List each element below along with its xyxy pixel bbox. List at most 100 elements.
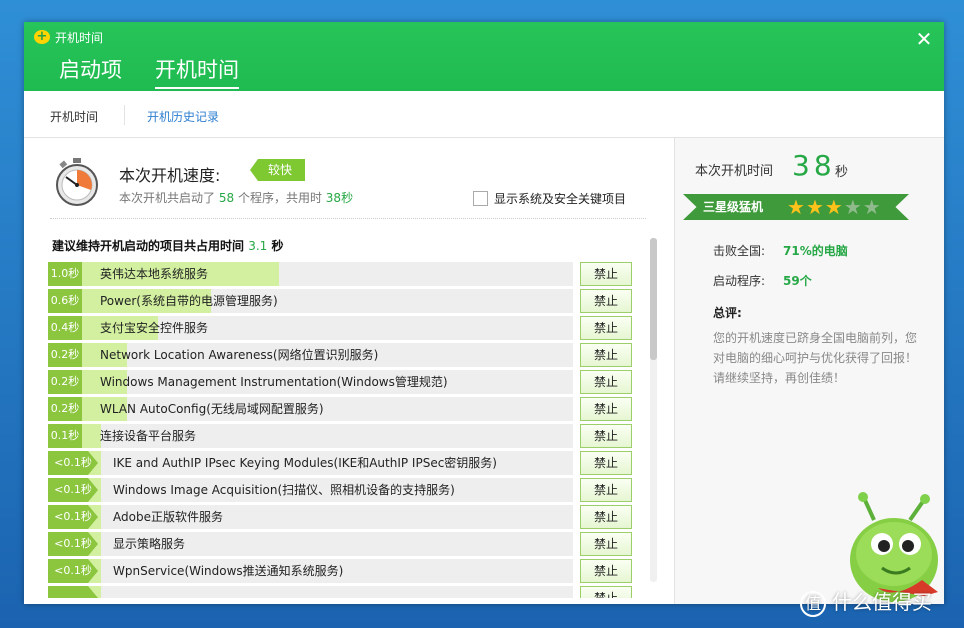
beat-label: 击败全国: — [713, 244, 766, 258]
close-button[interactable]: ✕ — [914, 29, 934, 49]
list-item: 0.2秒 Network Location Awareness(网络位置识别服务… — [48, 343, 633, 367]
subtab-boot-history[interactable]: 开机历史记录 — [147, 108, 219, 125]
speed-summary: 本次开机共启动了 58 个程序，共用时 38秒 — [119, 189, 353, 206]
startup-items-list: 1.0秒 英伟达本地系统服务 禁止 0.6秒 Power(系统自带的电源管理服务… — [48, 262, 633, 598]
time-tag: <0.1秒 — [48, 478, 98, 502]
list-scrollbar[interactable] — [650, 238, 657, 582]
time-tag: 0.6秒 — [48, 289, 82, 313]
summary-mid: 个程序，共用时 — [237, 191, 322, 205]
forbid-button[interactable]: 禁止 — [580, 559, 632, 583]
list-item: 1.0秒 英伟达本地系统服务 禁止 — [48, 262, 633, 286]
speed-label: 本次开机速度: — [119, 166, 221, 185]
list-item: <0.1秒 显示策略服务 禁止 — [48, 532, 633, 556]
list-header-unit: 秒 — [271, 239, 284, 253]
forbid-button[interactable]: 禁止 — [580, 478, 632, 502]
item-name: WLAN AutoConfig(无线局域网配置服务) — [100, 402, 324, 416]
item-name: Adobe正版软件服务 — [113, 510, 223, 524]
star-empty-icon: ★ — [862, 195, 882, 219]
list-item: <0.1秒 WpnService(Windows推送通知系统服务) 禁止 — [48, 559, 633, 583]
forbid-button[interactable]: 禁止 — [580, 424, 632, 448]
checkbox-box[interactable] — [473, 191, 488, 206]
comment-title: 总评: — [713, 306, 742, 320]
watermark-logo: 值 — [800, 590, 826, 617]
forbid-button[interactable]: 禁止 — [580, 451, 632, 475]
boot-time-unit: 秒 — [835, 165, 849, 180]
time-tag: <0.1秒 — [48, 559, 98, 583]
boot-time-window: + 开机时间 ✕ 启动项 开机时间 开机时间 开机历史记录 本次开机速度: 较快… — [24, 22, 944, 604]
summary-prefix: 本次开机共启动了 — [119, 191, 216, 205]
forbid-button[interactable]: 禁止 — [580, 397, 632, 421]
star-icon: ★ — [787, 195, 806, 219]
beat-value: 71%的电脑 — [783, 244, 848, 258]
forbid-button[interactable]: 禁止 — [580, 262, 632, 286]
title-bar: + 开机时间 ✕ 启动项 开机时间 — [24, 22, 944, 91]
boot-time-label: 本次开机时间 — [695, 164, 774, 179]
time-tag: 0.2秒 — [48, 397, 82, 421]
separator — [50, 218, 646, 219]
time-tag: <0.1秒 — [48, 505, 98, 529]
item-name: Power(系统自带的电源管理服务) — [100, 294, 278, 308]
star-icon: ★ — [805, 195, 825, 219]
list-item: <0.1秒 Windows Image Acquisition(扫描仪、照相机设… — [48, 478, 633, 502]
sub-navigation: 开机时间 开机历史记录 — [24, 91, 944, 138]
list-item: 0.4秒 支付宝安全控件服务 禁止 — [48, 316, 633, 340]
item-name: Network Location Awareness(网络位置识别服务) — [100, 348, 379, 362]
stopwatch-icon — [56, 158, 98, 206]
star-icon: ★ — [824, 195, 844, 219]
list-header-value: 3.1 — [248, 239, 268, 253]
list-item: 0.2秒 WLAN AutoConfig(无线局域网配置服务) 禁止 — [48, 397, 633, 421]
star-rating: ★★★★★ — [787, 194, 882, 220]
time-tag: 0.2秒 — [48, 343, 82, 367]
list-item: <0.1秒 Adobe正版软件服务 禁止 — [48, 505, 633, 529]
item-name: Windows Image Acquisition(扫描仪、照相机设备的支持服务… — [113, 483, 455, 497]
forbid-button[interactable]: 禁止 — [580, 343, 632, 367]
tab-boot-time[interactable]: 开机时间 — [155, 54, 239, 89]
programs-value: 59个 — [783, 274, 812, 288]
time-tag: 0.4秒 — [48, 316, 82, 340]
item-name: 显示策略服务 — [113, 537, 186, 551]
show-system-items-checkbox[interactable]: 显示系统及安全关键项目 — [473, 190, 626, 207]
comment-text: 您的开机速度已跻身全国电脑前列，您对电脑的细心呵护与优化获得了回报！请继续坚持，… — [713, 331, 918, 385]
list-item: 0.1秒 连接设备平台服务 禁止 — [48, 424, 633, 448]
time-tag: 1.0秒 — [48, 262, 82, 286]
time-tag: 0.2秒 — [48, 370, 82, 394]
list-item: 0.2秒 Windows Management Instrumentation(… — [48, 370, 633, 394]
forbid-button[interactable]: 禁止 — [580, 532, 632, 556]
item-name: 支付宝安全控件服务 — [100, 321, 209, 335]
window-title: 开机时间 — [55, 31, 104, 45]
watermark: 值什么值得买 — [800, 586, 932, 617]
list-header-prefix: 建议维持开机启动的项目共占用时间 — [52, 239, 245, 253]
forbid-button[interactable]: 禁止 — [580, 505, 632, 529]
time-tag: 0.1秒 — [48, 424, 82, 448]
star-empty-icon: ★ — [843, 195, 863, 219]
rank-label: 三星级猛机 — [703, 200, 764, 214]
time-tag: <0.1秒 — [48, 451, 98, 475]
forbid-button[interactable]: 禁止 — [580, 316, 632, 340]
item-name: 英伟达本地系统服务 — [100, 267, 209, 281]
boot-time-value: 38 — [792, 149, 836, 182]
list-item: 0.6秒 Power(系统自带的电源管理服务) 禁止 — [48, 289, 633, 313]
item-name: IKE and AuthIP IPsec Keying Modules(IKE和… — [113, 456, 497, 470]
list-item: <0.1秒 IKE and AuthIP IPsec Keying Module… — [48, 451, 633, 475]
item-name: Windows Management Instrumentation(Windo… — [100, 375, 448, 389]
subtab-boot-time[interactable]: 开机时间 — [50, 108, 98, 125]
speed-badge: 较快 — [250, 159, 306, 181]
app-logo-icon: + — [34, 30, 50, 44]
time-tag: <0.1秒 — [48, 532, 98, 556]
total-time: 38秒 — [325, 191, 354, 205]
programs-label: 启动程序: — [713, 274, 766, 288]
forbid-button[interactable]: 禁止 — [580, 289, 632, 313]
item-name: 连接设备平台服务 — [100, 429, 197, 443]
tab-startup-items[interactable]: 启动项 — [59, 54, 122, 84]
forbid-button[interactable]: 禁止 — [580, 370, 632, 394]
program-count: 58 — [218, 191, 235, 205]
list-header: 建议维持开机启动的项目共占用时间 3.1 秒 — [52, 237, 284, 254]
time-bar-track — [48, 586, 573, 598]
startup-items-pane: 本次开机速度: 较快 本次开机共启动了 58 个程序，共用时 38秒 显示系统及… — [24, 138, 674, 604]
checkbox-label: 显示系统及安全关键项目 — [494, 192, 627, 206]
forbid-button[interactable]: 禁止 — [580, 586, 632, 598]
item-name: WpnService(Windows推送通知系统服务) — [113, 564, 344, 578]
watermark-text: 什么值得买 — [832, 590, 932, 614]
scrollbar-thumb[interactable] — [650, 238, 657, 360]
subnav-divider — [124, 105, 125, 125]
